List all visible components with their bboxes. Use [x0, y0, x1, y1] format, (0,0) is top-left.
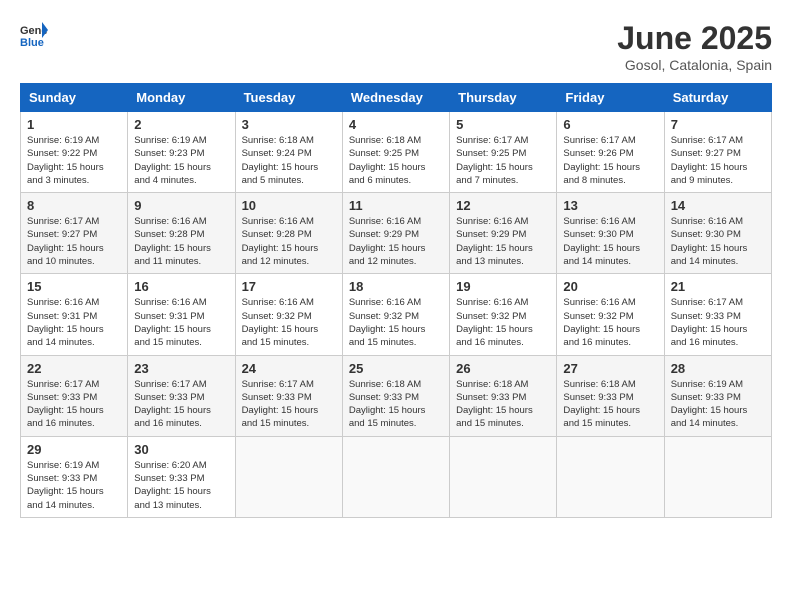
table-row: 16 Sunrise: 6:16 AMSunset: 9:31 PMDaylig… — [128, 274, 235, 355]
table-row: 15 Sunrise: 6:16 AMSunset: 9:31 PMDaylig… — [21, 274, 128, 355]
table-row — [342, 436, 449, 517]
table-row — [664, 436, 771, 517]
table-row — [557, 436, 664, 517]
title-area: June 2025 Gosol, Catalonia, Spain — [617, 20, 772, 73]
table-row: 18 Sunrise: 6:16 AMSunset: 9:32 PMDaylig… — [342, 274, 449, 355]
calendar-header-row: Sunday Monday Tuesday Wednesday Thursday… — [21, 84, 772, 112]
col-tuesday: Tuesday — [235, 84, 342, 112]
table-row: 30 Sunrise: 6:20 AMSunset: 9:33 PMDaylig… — [128, 436, 235, 517]
col-thursday: Thursday — [450, 84, 557, 112]
table-row — [235, 436, 342, 517]
table-row: 27 Sunrise: 6:18 AMSunset: 9:33 PMDaylig… — [557, 355, 664, 436]
col-saturday: Saturday — [664, 84, 771, 112]
col-friday: Friday — [557, 84, 664, 112]
table-row: 20 Sunrise: 6:16 AMSunset: 9:32 PMDaylig… — [557, 274, 664, 355]
table-row: 11 Sunrise: 6:16 AMSunset: 9:29 PMDaylig… — [342, 193, 449, 274]
table-row: 6 Sunrise: 6:17 AMSunset: 9:26 PMDayligh… — [557, 112, 664, 193]
table-row: 25 Sunrise: 6:18 AMSunset: 9:33 PMDaylig… — [342, 355, 449, 436]
calendar: Sunday Monday Tuesday Wednesday Thursday… — [20, 83, 772, 518]
col-sunday: Sunday — [21, 84, 128, 112]
table-row: 9 Sunrise: 6:16 AMSunset: 9:28 PMDayligh… — [128, 193, 235, 274]
table-row: 10 Sunrise: 6:16 AMSunset: 9:28 PMDaylig… — [235, 193, 342, 274]
table-row: 28 Sunrise: 6:19 AMSunset: 9:33 PMDaylig… — [664, 355, 771, 436]
logo-icon: General Blue — [20, 20, 48, 48]
table-row: 17 Sunrise: 6:16 AMSunset: 9:32 PMDaylig… — [235, 274, 342, 355]
table-row: 1 Sunrise: 6:19 AMSunset: 9:22 PMDayligh… — [21, 112, 128, 193]
col-wednesday: Wednesday — [342, 84, 449, 112]
col-monday: Monday — [128, 84, 235, 112]
table-row: 13 Sunrise: 6:16 AMSunset: 9:30 PMDaylig… — [557, 193, 664, 274]
table-row: 14 Sunrise: 6:16 AMSunset: 9:30 PMDaylig… — [664, 193, 771, 274]
table-row: 3 Sunrise: 6:18 AMSunset: 9:24 PMDayligh… — [235, 112, 342, 193]
table-row: 8 Sunrise: 6:17 AMSunset: 9:27 PMDayligh… — [21, 193, 128, 274]
header: General Blue June 2025 Gosol, Catalonia,… — [20, 20, 772, 73]
table-row: 5 Sunrise: 6:17 AMSunset: 9:25 PMDayligh… — [450, 112, 557, 193]
table-row: 23 Sunrise: 6:17 AMSunset: 9:33 PMDaylig… — [128, 355, 235, 436]
table-row: 26 Sunrise: 6:18 AMSunset: 9:33 PMDaylig… — [450, 355, 557, 436]
table-row: 22 Sunrise: 6:17 AMSunset: 9:33 PMDaylig… — [21, 355, 128, 436]
table-row: 19 Sunrise: 6:16 AMSunset: 9:32 PMDaylig… — [450, 274, 557, 355]
table-row: 24 Sunrise: 6:17 AMSunset: 9:33 PMDaylig… — [235, 355, 342, 436]
page-title: June 2025 — [617, 20, 772, 57]
table-row: 12 Sunrise: 6:16 AMSunset: 9:29 PMDaylig… — [450, 193, 557, 274]
table-row — [450, 436, 557, 517]
table-row: 29 Sunrise: 6:19 AMSunset: 9:33 PMDaylig… — [21, 436, 128, 517]
table-row: 7 Sunrise: 6:17 AMSunset: 9:27 PMDayligh… — [664, 112, 771, 193]
svg-text:Blue: Blue — [20, 37, 44, 48]
table-row: 4 Sunrise: 6:18 AMSunset: 9:25 PMDayligh… — [342, 112, 449, 193]
table-row: 21 Sunrise: 6:17 AMSunset: 9:33 PMDaylig… — [664, 274, 771, 355]
page-subtitle: Gosol, Catalonia, Spain — [617, 57, 772, 73]
table-row: 2 Sunrise: 6:19 AMSunset: 9:23 PMDayligh… — [128, 112, 235, 193]
logo: General Blue — [20, 20, 48, 48]
